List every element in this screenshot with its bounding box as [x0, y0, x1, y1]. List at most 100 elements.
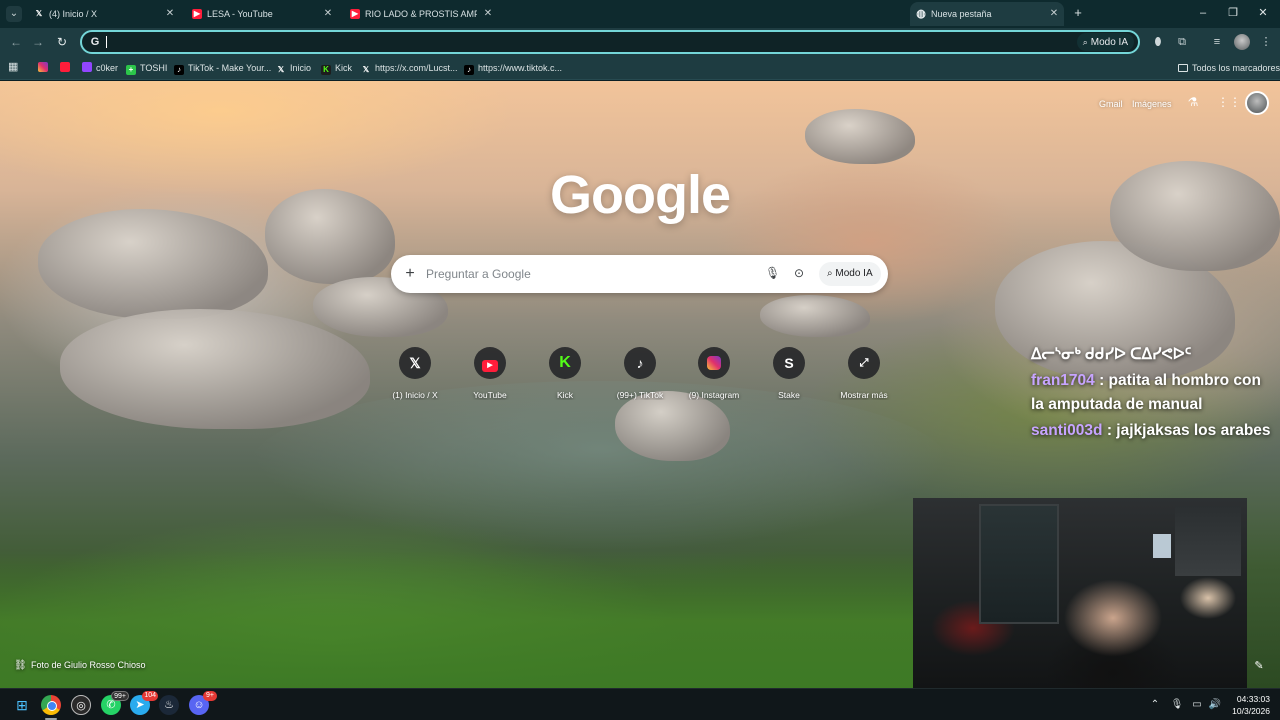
kick-icon: K: [549, 347, 581, 379]
chrome-icon[interactable]: [41, 695, 61, 715]
bookmark-youtube[interactable]: [60, 60, 74, 76]
shortcut-tiktok[interactable]: ♪ (99+) TikTok: [605, 347, 675, 407]
tab-title: LESA - YouTube: [207, 9, 273, 19]
tab-nueva-pestana[interactable]: ◍ Nueva pestaña ✕: [910, 2, 1064, 26]
obs-icon[interactable]: ◎: [71, 695, 91, 715]
shortcut-kick[interactable]: K Kick: [530, 347, 600, 407]
tab-lesa-youtube[interactable]: ▶ LESA - YouTube ✕: [192, 4, 334, 24]
close-window-button[interactable]: ✕: [1252, 4, 1274, 22]
instagram-icon: [698, 347, 730, 379]
bookmark-inicio[interactable]: 𝕏 Inicio: [276, 60, 311, 76]
windows-taskbar: ⊞ ◎ ✆ 99+ ➤ 104 ♨ ☺ 9+ ⌃ 🎙 ▭ 🔊 04:33:03 …: [0, 688, 1280, 720]
google-icon: ◍: [916, 8, 926, 20]
webcam-window-frame: [979, 504, 1059, 624]
x-logo-icon: 𝕏: [277, 65, 285, 74]
chevron-up-icon[interactable]: ⌃: [1148, 697, 1162, 713]
bookmark-label: TikTok - Make Your...: [188, 63, 272, 73]
close-icon[interactable]: ✕: [482, 4, 494, 24]
x-logo-icon: 𝕏: [399, 347, 431, 379]
close-icon[interactable]: ✕: [164, 4, 176, 24]
volume-icon[interactable]: 🔊: [1208, 697, 1222, 713]
steam-icon[interactable]: ♨: [159, 695, 179, 715]
bookmark-label: TOSHI: [140, 63, 168, 73]
photo-credit-link[interactable]: ⛓ Foto de Giulio Rosso Chioso: [14, 657, 146, 673]
shortcut-label: Mostrar más: [840, 390, 888, 400]
bookmark-c0ker[interactable]: c0ker: [82, 60, 118, 76]
search-placeholder: Preguntar a Google: [426, 267, 531, 281]
bookmark-x-lucst[interactable]: 𝕏https://x.com/Lucst...: [361, 60, 458, 76]
tab-inicio-x[interactable]: 𝕏 (4) Inicio / X ✕: [34, 4, 176, 24]
bookmark-tiktok-url[interactable]: ♪ https://www.tiktok.c...: [464, 60, 562, 76]
extensions-icon[interactable]: ⧉: [1174, 34, 1190, 50]
shortcut-youtube[interactable]: ▶ YouTube: [455, 347, 525, 407]
system-clock[interactable]: 04:33:03 10/3/2026: [1226, 693, 1270, 717]
labs-flask-icon[interactable]: ⚗: [1186, 95, 1200, 111]
google-icon: G: [90, 36, 100, 48]
whatsapp-icon[interactable]: ✆ 99+: [101, 691, 129, 715]
google-apps-icon[interactable]: ⋮⋮: [1217, 95, 1241, 111]
background-rock: [805, 109, 915, 164]
apps-grid-icon[interactable]: ▦: [8, 61, 20, 73]
google-search-box[interactable]: + Preguntar a Google 🎙 ⊙ ⌕ Modo IA: [391, 255, 888, 293]
tab-title: Nueva pestaña: [931, 9, 992, 19]
microphone-icon[interactable]: 🎙: [1170, 697, 1184, 713]
clock-date: 10/3/2026: [1232, 706, 1270, 716]
images-link[interactable]: Imágenes: [1132, 97, 1172, 111]
reload-button[interactable]: ↻: [54, 34, 70, 50]
twitch-icon: [82, 62, 92, 72]
new-tab-button[interactable]: +: [1071, 6, 1085, 20]
gmail-link[interactable]: Gmail: [1099, 97, 1123, 111]
webcam-light: [1153, 534, 1171, 558]
tab-rio-lado[interactable]: ▶ RIO LADO & PROSTIS AMPUTA ✕: [350, 4, 494, 24]
windows-start-icon[interactable]: ⊞: [12, 695, 32, 715]
media-controls-icon[interactable]: ≡: [1209, 34, 1225, 50]
notification-badge: 104: [142, 691, 158, 701]
shortcut-inicio-x[interactable]: 𝕏 (1) Inicio / X: [380, 347, 450, 407]
plus-icon[interactable]: +: [403, 265, 417, 283]
customize-pencil-icon[interactable]: ✎: [1252, 659, 1266, 673]
youtube-icon: ▶: [474, 347, 506, 379]
all-bookmarks-button[interactable]: Todos los marcadores: [1178, 60, 1280, 76]
address-bar[interactable]: G ⌕ Modo IA: [80, 30, 1140, 54]
expand-icon: ⤢: [848, 347, 880, 379]
shortcut-label: (99+) TikTok: [616, 390, 664, 400]
account-avatar[interactable]: [1245, 91, 1269, 115]
shield-icon[interactable]: ⬮: [1150, 34, 1166, 50]
discord-icon[interactable]: ☺ 9+: [189, 691, 217, 715]
clock-time: 04:33:03: [1236, 694, 1270, 704]
x-logo-icon: 𝕏: [35, 9, 43, 18]
shortcut-label: Kick: [556, 390, 574, 400]
forward-button[interactable]: →: [30, 34, 46, 50]
profile-avatar[interactable]: [1234, 34, 1250, 50]
google-lens-icon[interactable]: ⊙: [791, 266, 807, 282]
back-button[interactable]: ←: [8, 34, 24, 50]
microphone-icon[interactable]: 🎙: [765, 266, 780, 282]
close-icon[interactable]: ✕: [1048, 2, 1060, 26]
close-icon[interactable]: ✕: [322, 4, 334, 24]
modo-ia-search-button[interactable]: ⌕ Modo IA: [819, 262, 881, 286]
more-options-icon[interactable]: ⋮: [1258, 34, 1274, 50]
bookmark-label: c0ker: [96, 63, 119, 73]
minimize-button[interactable]: –: [1192, 4, 1214, 22]
bookmark-kick[interactable]: K Kick: [321, 60, 352, 76]
restore-button[interactable]: ❐: [1222, 4, 1244, 22]
tab-title: RIO LADO & PROSTIS AMPUTA: [365, 9, 477, 19]
modo-ia-label: Modo IA: [1090, 37, 1128, 48]
bookmark-toshi[interactable]: + TOSHI: [126, 60, 167, 76]
shortcut-stake[interactable]: S Stake: [754, 347, 824, 407]
shortcut-instagram[interactable]: (9) Instagram: [679, 347, 749, 407]
modo-ia-button[interactable]: ⌕ Modo IA: [1076, 33, 1134, 51]
youtube-icon: ▶: [350, 9, 360, 19]
bookmark-label: https://x.com/Lucst...: [375, 63, 458, 73]
network-icon[interactable]: ▭: [1190, 697, 1204, 713]
shortcut-label: (1) Inicio / X: [392, 390, 438, 400]
bookmark-instagram[interactable]: [38, 60, 52, 76]
bookmark-tiktok[interactable]: ♪ TikTok - Make Your...: [174, 60, 271, 76]
new-tab-page: Gmail Imágenes ⚗ ⋮⋮ Google + Preguntar a…: [0, 81, 1280, 688]
search-sparkle-icon: ⌕: [1082, 37, 1088, 47]
telegram-icon[interactable]: ➤ 104: [130, 691, 158, 715]
chat-cut-line: [1031, 333, 1271, 343]
tab-search-chevron-icon[interactable]: ⌄: [6, 6, 22, 22]
shortcut-show-more[interactable]: ⤢ Mostrar más: [829, 347, 899, 407]
folder-icon: [1178, 64, 1188, 72]
